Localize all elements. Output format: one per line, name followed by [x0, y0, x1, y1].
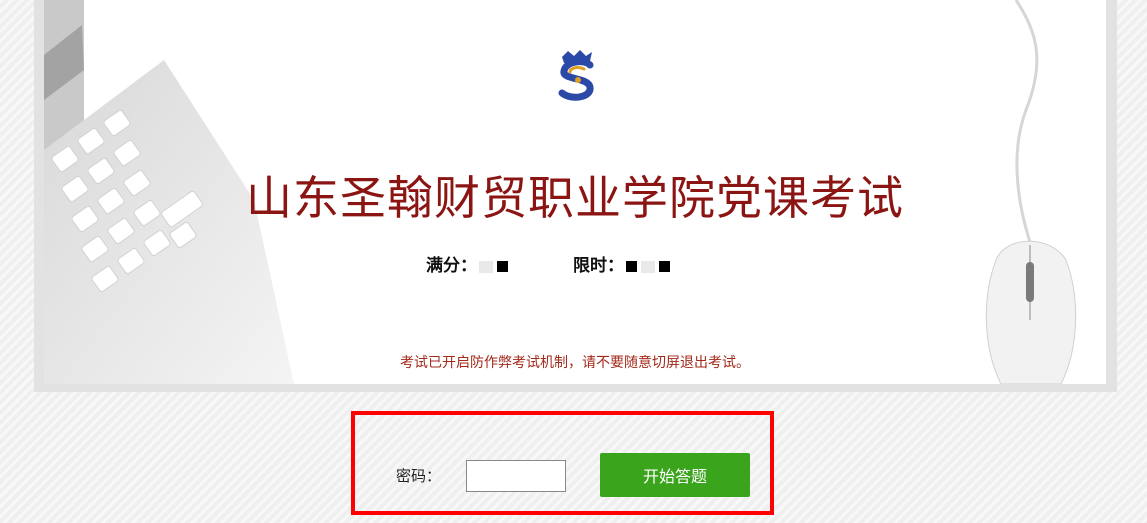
- password-label: 密码：: [396, 467, 442, 485]
- start-exam-button[interactable]: 开始答题: [600, 453, 750, 497]
- exam-banner: 山东圣翰财贸职业学院党课考试 满分： 限时： 考试已开启防作弊考试机制，请不要随…: [44, 0, 1106, 384]
- time-limit-field: 限时：: [573, 251, 672, 276]
- redaction-mark: [497, 261, 508, 272]
- redaction-mark: [626, 261, 637, 272]
- anti-cheat-notice: 考试已开启防作弊考试机制，请不要随意切屏退出考试。: [400, 355, 750, 371]
- time-limit-label: 限时：: [573, 256, 624, 276]
- redaction-mark: [641, 260, 655, 273]
- exam-title: 山东圣翰财贸职业学院党课考试: [246, 171, 904, 225]
- password-input[interactable]: [466, 460, 566, 492]
- full-score-field: 满分：: [426, 251, 510, 276]
- full-score-label: 满分：: [426, 256, 477, 276]
- redaction-mark: [479, 260, 493, 273]
- dragon-s-logo-icon: [558, 50, 594, 101]
- redaction-mark: [659, 261, 670, 272]
